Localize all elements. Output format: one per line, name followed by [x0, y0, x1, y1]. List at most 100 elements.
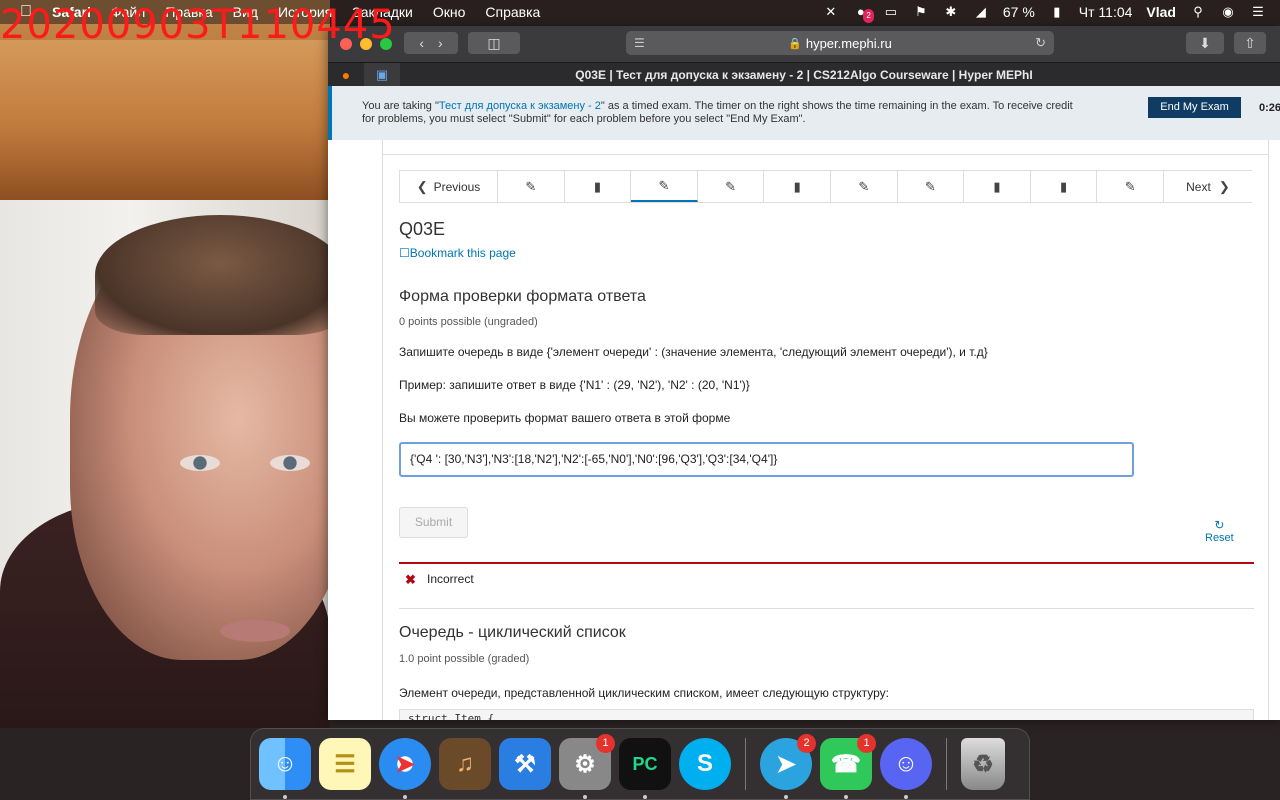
reader-view-icon[interactable]: ☰	[634, 36, 645, 50]
sequence-tab-5[interactable]: ▮	[764, 171, 831, 202]
compass-icon: ➤	[394, 750, 416, 778]
dock-pycharm[interactable]: PC	[619, 738, 671, 799]
finder-icon: ☺	[272, 750, 298, 777]
notification-center-icon[interactable]: ☰	[1250, 5, 1266, 19]
bookmark-label: Bookmark this page	[409, 246, 516, 260]
courseware-content: ❮ Previous ✎ ▮ ✎ ✎ ▮ ✎ ✎ ▮ ▮ ✎ Next ❯ Q0…	[382, 140, 1269, 720]
dock-telegram[interactable]: ➤ 2	[760, 734, 816, 799]
browser-toolbar: ‹ › ◫ ☰ 🔒 hyper.mephi.ru ↻ ⬇ ⇧	[328, 26, 1280, 62]
hammer-icon: ⚒	[514, 750, 536, 778]
dock-safari[interactable]: ➤	[379, 738, 431, 799]
running-indicator	[784, 795, 788, 799]
dock-notes[interactable]: ☰	[319, 738, 371, 790]
running-indicator	[844, 795, 848, 799]
sequence-tab-6[interactable]: ✎	[830, 171, 898, 202]
notes-icon: ☰	[334, 750, 356, 778]
share-icon[interactable]: ⇧	[1234, 32, 1266, 54]
previous-button[interactable]: ❮ Previous	[400, 171, 498, 202]
pycharm-icon: PC	[632, 753, 658, 774]
address-bar[interactable]: ☰ 🔒 hyper.mephi.ru ↻	[626, 31, 1054, 55]
unit-title: Q03E	[399, 219, 446, 239]
menu-help[interactable]: Справка	[485, 4, 540, 20]
book-icon: ▮	[793, 178, 801, 194]
dock-system-preferences[interactable]: ⚙ 1	[559, 734, 615, 799]
dock-separator	[745, 738, 746, 790]
back-icon[interactable]: ‹	[419, 35, 438, 51]
sequence-tab-8[interactable]: ▮	[964, 171, 1031, 202]
telegram-badge: 2	[797, 734, 816, 753]
active-tab-title[interactable]: Q03E | Тест для допуска к экзамену - 2 |…	[328, 68, 1280, 82]
wifi-icon[interactable]: ◢	[973, 5, 989, 19]
book-icon: ▮	[1059, 178, 1068, 194]
edit-icon: ✎	[858, 178, 870, 194]
book-icon: ▮	[593, 178, 601, 194]
siri-icon[interactable]: ◉	[1220, 5, 1236, 19]
timed-exam-banner: You are taking "Тест для допуска к экзам…	[328, 86, 1280, 140]
input-flag-icon[interactable]: ⚑	[913, 5, 929, 19]
webcam-overlay	[0, 0, 330, 728]
menu-window[interactable]: Окно	[433, 4, 466, 20]
chevron-right-icon: ❯	[1218, 178, 1230, 194]
problem-hint: Вы можете проверить формат вашего ответа…	[399, 411, 731, 425]
person-eye-left	[180, 455, 220, 471]
spotlight-search-icon[interactable]: ⚲	[1190, 5, 1206, 19]
sequence-tab-1[interactable]: ✎	[498, 171, 565, 202]
bookmark-icon: ☐	[399, 246, 410, 260]
reload-icon[interactable]: ↻	[1035, 35, 1046, 51]
sequence-tab-2[interactable]: ▮	[564, 171, 632, 202]
battery-icon[interactable]: ▮	[1049, 5, 1065, 19]
answer-input[interactable]: {'Q4 ': [30,'N3'],'N3':[18,'N2'],'N2':[-…	[399, 442, 1134, 477]
reset-label: Reset	[1205, 532, 1234, 544]
bluetooth-icon[interactable]: ✱	[943, 5, 959, 19]
menu-user[interactable]: Vlad	[1146, 4, 1176, 20]
airplay-icon[interactable]: ▭	[883, 5, 899, 19]
book-icon: ▮	[993, 178, 1001, 194]
mute-icon[interactable]: ✕	[823, 5, 839, 19]
dock-separator	[946, 738, 947, 790]
video-camera-icon: ☎	[831, 750, 861, 778]
feedback-status: Incorrect	[427, 572, 474, 586]
problem-title: Форма проверки формата ответа	[399, 288, 646, 305]
sequence-tab-4[interactable]: ✎	[697, 171, 765, 202]
sequence-tab-3[interactable]: ✎	[631, 171, 698, 202]
dock-trash[interactable]: ♻	[961, 738, 1005, 790]
dock-xcode[interactable]: ⚒	[499, 738, 551, 790]
lock-icon: 🔒	[788, 37, 802, 50]
reset-button[interactable]: ↻ Reset	[1205, 518, 1234, 544]
sequence-tab-10[interactable]: ✎	[1097, 171, 1164, 202]
problem-instruction: Запишите очередь в виде {'элемент очеред…	[399, 345, 988, 359]
downloads-icon[interactable]: ⬇	[1186, 32, 1224, 54]
battery-percent[interactable]: 67 %	[1003, 4, 1035, 20]
problem-divider	[399, 608, 1254, 609]
submit-button[interactable]: Submit	[399, 507, 468, 538]
menu-clock[interactable]: Чт 11:04	[1079, 4, 1133, 20]
sequence-tab-7[interactable]: ✎	[897, 171, 965, 202]
incorrect-icon: ✖	[405, 572, 416, 587]
gear-icon: ⚙	[574, 750, 596, 778]
dock-finder[interactable]: ☺	[259, 738, 311, 799]
notification-icon[interactable]: ● 2	[853, 5, 874, 23]
bookmark-link[interactable]: ☐Bookmark this page	[399, 246, 516, 260]
dock-skype[interactable]: S	[679, 738, 731, 790]
recording-timestamp: 20200903T110445	[0, 2, 396, 48]
exam-link[interactable]: Тест для допуска к экзамену - 2	[439, 100, 601, 112]
forward-icon[interactable]: ›	[438, 35, 443, 51]
sidebar-toggle-icon[interactable]: ◫	[468, 32, 520, 54]
facetime-badge: 1	[857, 734, 876, 753]
problem-points-2: 1.0 point possible (graded)	[399, 653, 530, 665]
refresh-icon: ↻	[1214, 518, 1225, 532]
end-exam-button[interactable]: End My Exam	[1148, 97, 1241, 118]
dock-facetime[interactable]: ☎ 1	[820, 734, 876, 799]
sequence-tab-9[interactable]: ▮	[1030, 171, 1098, 202]
problem-points: 0 points possible (ungraded)	[399, 316, 538, 328]
dock-garageband[interactable]: ♫	[439, 738, 491, 790]
next-button[interactable]: Next ❯	[1163, 171, 1252, 202]
dock-discord[interactable]: ☺	[880, 738, 932, 799]
discord-icon: ☺	[893, 750, 919, 777]
trash-icon: ♻	[972, 750, 994, 778]
feedback-divider	[399, 562, 1254, 564]
edit-icon: ✎	[725, 178, 737, 194]
problem-example: Пример: запишите ответ в виде {'N1' : (2…	[399, 378, 750, 392]
next-label: Next	[1186, 179, 1211, 194]
edit-icon: ✎	[924, 178, 936, 194]
